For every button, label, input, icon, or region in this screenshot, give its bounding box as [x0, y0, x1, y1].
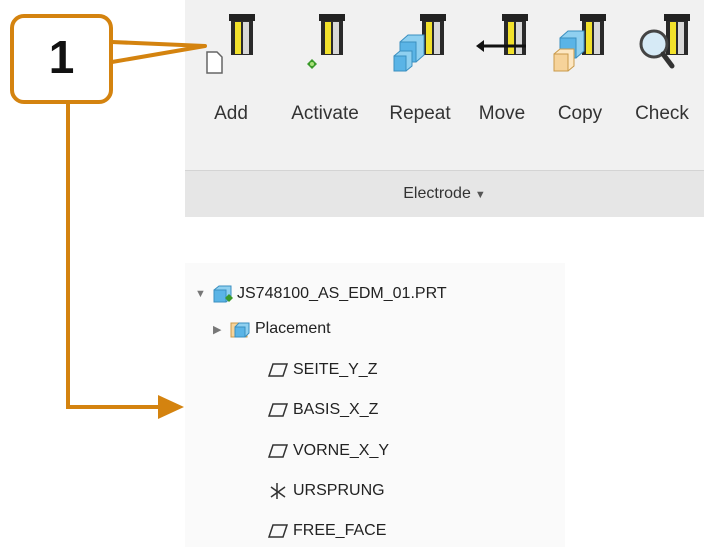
check-label: Check	[635, 103, 689, 124]
tree-item-label: FREE_FACE	[293, 522, 387, 539]
electrode-add-icon	[206, 14, 255, 74]
tree-item-label: VORNE_X_Y	[293, 442, 390, 459]
tree-root-item[interactable]: ▼ JS748100_AS_EDM_01.PRT	[195, 281, 447, 307]
electrode-repeat-icon	[393, 14, 446, 72]
activate-label: Activate	[291, 103, 359, 124]
tree-item-vorne-x-y[interactable]: VORNE_X_Y	[267, 438, 389, 464]
repeat-electrode-button[interactable]: Repeat	[380, 0, 460, 150]
electrode-group-title: Electrode	[403, 185, 471, 202]
electrode-ribbon-panel: Add Activate Repeat Move Copy Check Elec…	[185, 0, 704, 217]
add-label: Add	[214, 103, 248, 124]
tree-item-free-face[interactable]: FREE_FACE	[267, 518, 386, 544]
repeat-label: Repeat	[389, 103, 451, 124]
copy-electrode-button[interactable]: Copy	[547, 0, 613, 150]
tree-item-placement[interactable]: ▶ Placement	[213, 316, 331, 342]
coordinate-system-icon	[270, 483, 286, 499]
electrode-copy-icon	[553, 14, 606, 72]
arrow-right-icon	[158, 395, 184, 419]
part-icon	[213, 285, 233, 303]
tree-item-label: URSPRUNG	[293, 482, 385, 499]
placement-feature-icon	[230, 322, 250, 338]
activate-electrode-button[interactable]: Activate	[277, 0, 373, 150]
collapse-toggle-icon[interactable]: ▼	[195, 288, 211, 300]
electrode-check-icon	[639, 14, 690, 69]
callout-badge: 1	[10, 14, 113, 104]
tree-item-ursprung[interactable]: URSPRUNG	[267, 478, 385, 504]
tree-item-seite-y-z[interactable]: SEITE_Y_Z	[267, 357, 377, 383]
callout-number: 1	[48, 31, 75, 83]
copy-label: Copy	[557, 103, 603, 124]
tree-item-basis-x-z[interactable]: BASIS_X_Z	[267, 397, 378, 423]
tree-item-label: SEITE_Y_Z	[293, 361, 378, 378]
check-electrode-button[interactable]: Check	[623, 0, 701, 150]
model-tree: ▼ JS748100_AS_EDM_01.PRT ▶ Placement SEI…	[185, 263, 565, 547]
tree-item-label: Placement	[255, 320, 331, 337]
move-label: Move	[478, 103, 526, 124]
tree-item-label: BASIS_X_Z	[293, 401, 379, 418]
tree-root-label: JS748100_AS_EDM_01.PRT	[237, 285, 447, 302]
datum-plane-icon	[267, 524, 289, 538]
expand-toggle-icon[interactable]: ▶	[213, 323, 229, 336]
datum-plane-icon	[267, 363, 289, 377]
electrode-move-icon	[476, 14, 528, 55]
electrode-activate-icon	[307, 14, 345, 69]
electrode-group-label[interactable]: Electrode ▼	[185, 185, 704, 203]
datum-plane-icon	[267, 403, 289, 417]
chevron-down-icon: ▼	[474, 189, 486, 201]
move-electrode-button[interactable]: Move	[467, 0, 537, 150]
datum-plane-icon	[267, 444, 289, 458]
add-electrode-button[interactable]: Add	[199, 0, 263, 150]
electrode-group-bar[interactable]: Electrode ▼	[185, 170, 704, 217]
